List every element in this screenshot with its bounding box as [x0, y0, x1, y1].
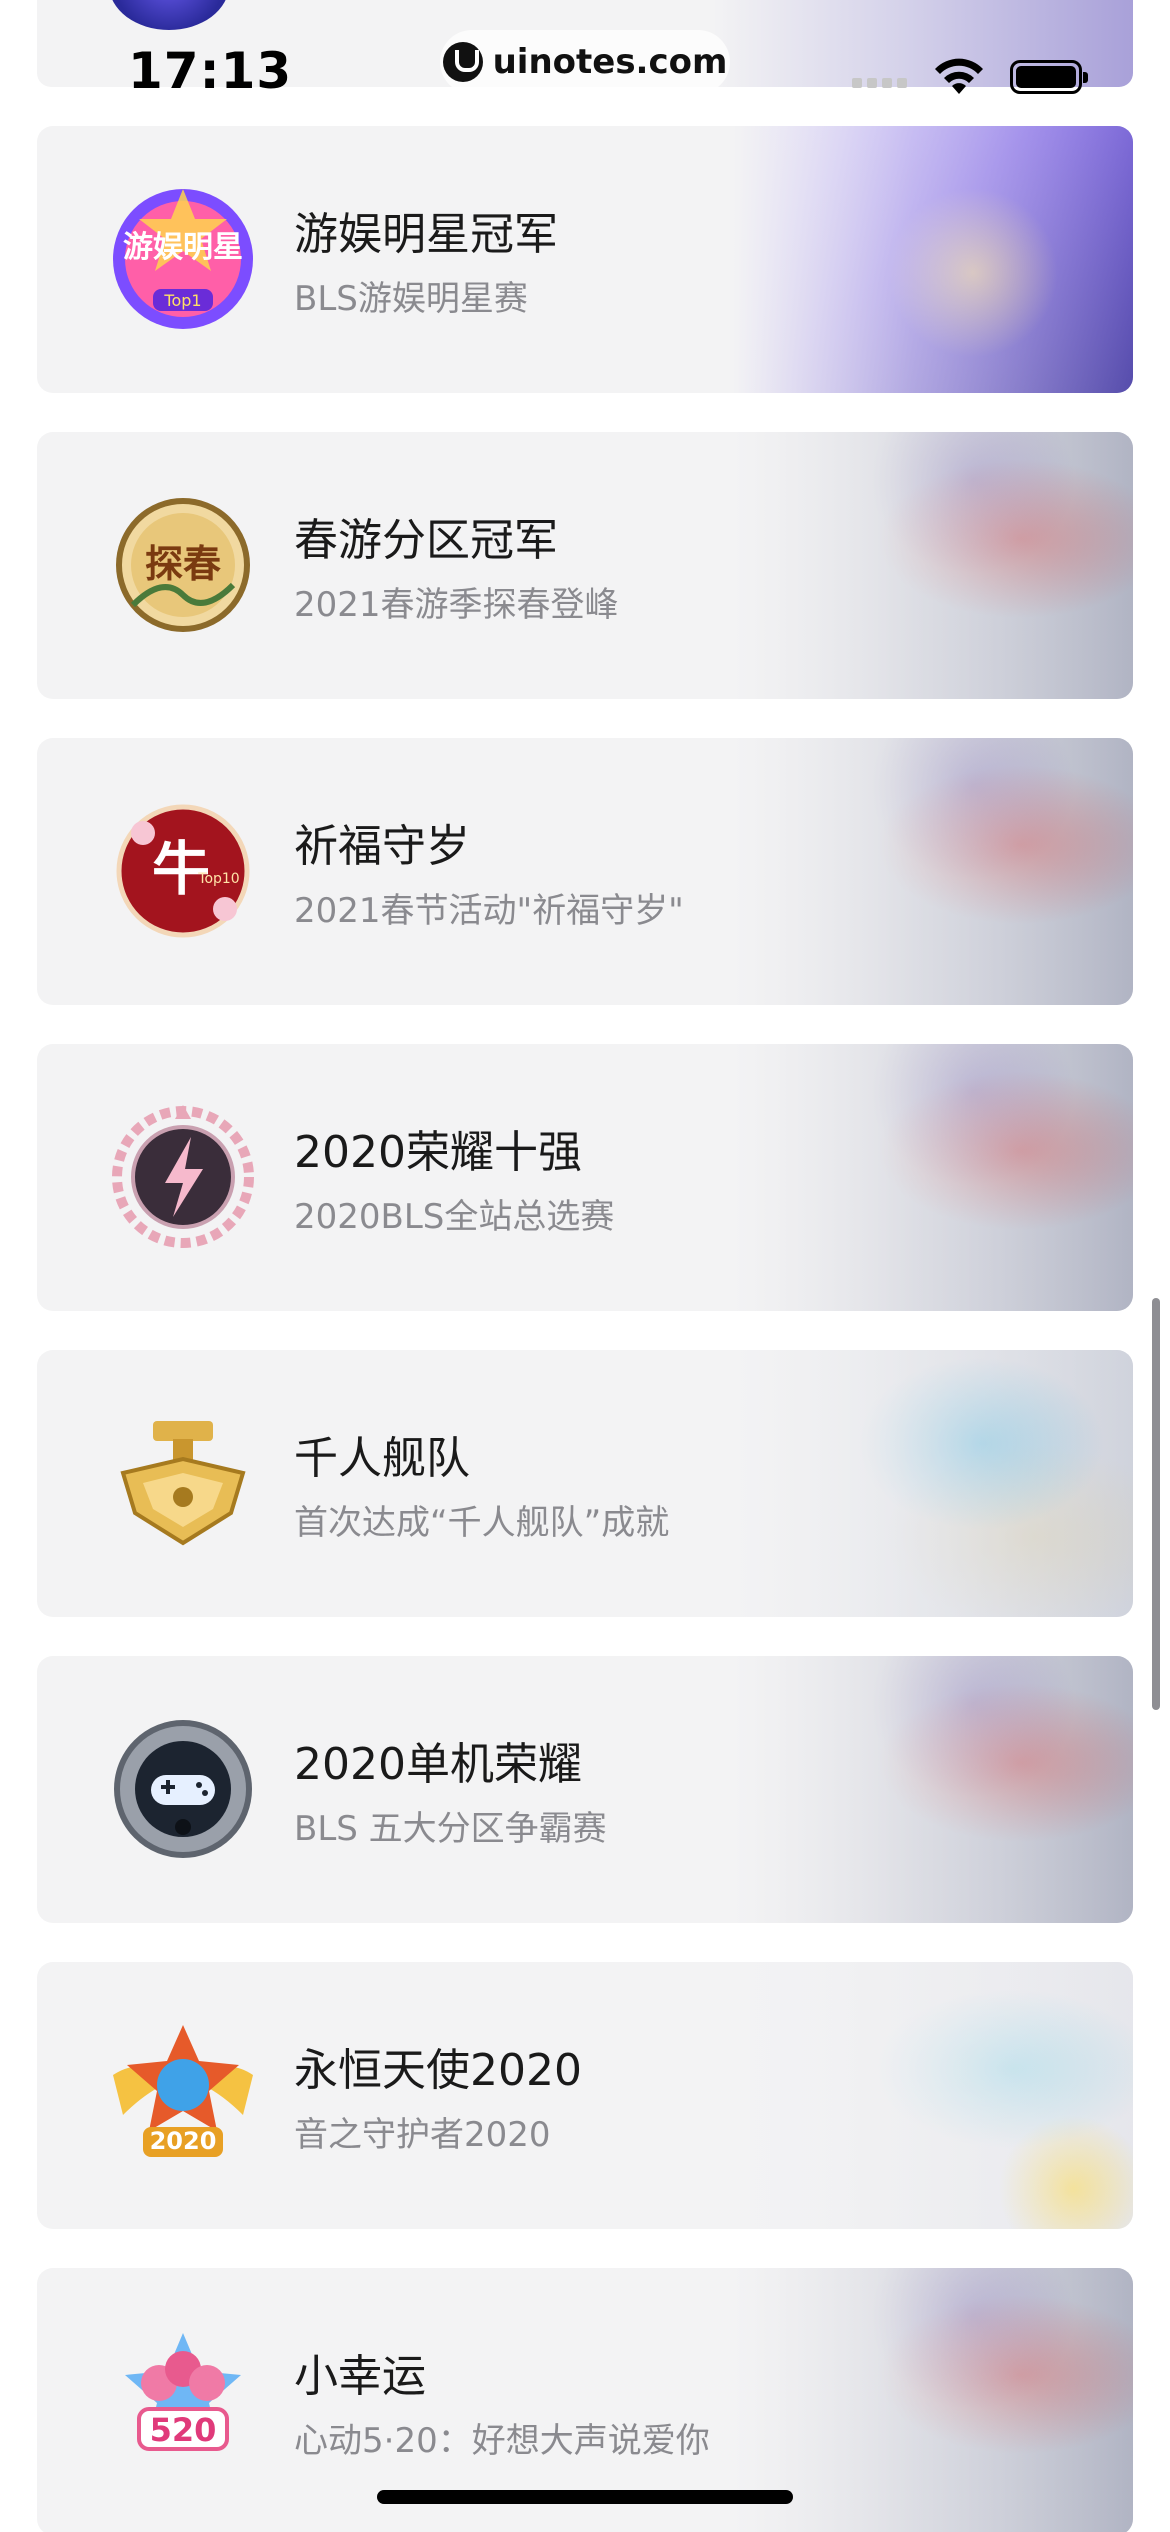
card-background-art [733, 738, 1133, 1005]
medal-title: 小幸运 [294, 2351, 426, 2402]
medal-title: 2020荣耀十强 [294, 1127, 582, 1178]
medal-title: 祈福守岁 [294, 821, 470, 872]
medal-badge-text: 探春 [145, 542, 221, 586]
roses-520-medal-icon: 520 [103, 2321, 263, 2481]
card-background-art [733, 1656, 1133, 1923]
medal-subtitle: 2021春游季探春登峰 [294, 585, 619, 625]
svg-text:Top10: Top10 [197, 871, 239, 887]
medal-title: 春游分区冠军 [294, 515, 558, 566]
medal-badge-text: 520 [150, 2411, 217, 2449]
url-pill[interactable]: uinotes.com [440, 30, 730, 94]
medal-subtitle: 音之守护者2020 [294, 2115, 551, 2155]
medal-icon-partial [109, 0, 229, 30]
medal-subtitle: 2021春节活动"祈福守岁" [294, 891, 684, 931]
medal-subtitle: BLS 五大分区争霸赛 [294, 1809, 607, 1849]
medal-card[interactable]: 2020单机荣耀 BLS 五大分区争霸赛 [37, 1656, 1133, 1923]
medal-title: 2020单机荣耀 [294, 1739, 582, 1790]
svg-text:Top1: Top1 [163, 291, 201, 310]
uinotes-logo-icon [442, 42, 483, 82]
medal-card[interactable]: 2020荣耀十强 2020BLS全站总选赛 [37, 1044, 1133, 1311]
medal-wall-page: 17:13 uinotes.com 游娱明星 Top1 游娱明星冠军 BLS游娱… [0, 0, 1170, 2532]
medal-card[interactable]: 牛 Top10 祈福守岁 2021春节活动"祈福守岁" [37, 738, 1133, 1005]
medal-list: 游娱明星 Top1 游娱明星冠军 BLS游娱明星赛 探春 春游分区冠军 2021… [37, 126, 1133, 2532]
card-background-art [733, 2268, 1133, 2532]
medal-badge-text: 牛 [152, 835, 210, 903]
medal-card[interactable]: 探春 春游分区冠军 2021春游季探春登峰 [37, 432, 1133, 699]
card-background-art [733, 126, 1133, 393]
medal-subtitle: BLS游娱明星赛 [294, 279, 528, 319]
lightning-wreath-medal-icon [103, 1097, 263, 1257]
card-background-art [733, 432, 1133, 699]
fleet-anchor-medal-icon [103, 1403, 263, 1563]
medal-title: 千人舰队 [294, 1433, 470, 1484]
angel-wings-medal-icon: 2020 [103, 2015, 263, 2175]
medal-title: 游娱明星冠军 [294, 209, 558, 260]
card-background-art [733, 1350, 1133, 1617]
medal-title: 永恒天使2020 [294, 2045, 582, 2096]
spring-champion-medal-icon: 探春 [103, 485, 263, 645]
medal-badge-text: 游娱明星 [123, 230, 243, 265]
star-champion-medal-icon: 游娱明星 Top1 [103, 179, 263, 339]
medal-badge-text: 2020 [150, 2127, 217, 2155]
card-background-art [713, 0, 1133, 87]
url-text: uinotes.com [492, 42, 728, 82]
medal-card[interactable]: 2020 永恒天使2020 音之守护者2020 [37, 1962, 1133, 2229]
medal-subtitle: 心动5·20：好想大声说爱你 [294, 2421, 710, 2461]
new-year-ox-medal-icon: 牛 Top10 [103, 791, 263, 951]
gamepad-wreath-medal-icon [103, 1709, 263, 1869]
medal-subtitle: 首次达成“千人舰队”成就 [294, 1503, 670, 1543]
card-background-art [733, 1044, 1133, 1311]
medal-subtitle: 2020BLS全站总选赛 [294, 1197, 615, 1237]
scrollbar[interactable] [1152, 1298, 1160, 1710]
home-indicator[interactable] [377, 2490, 793, 2504]
medal-card[interactable]: 游娱明星 Top1 游娱明星冠军 BLS游娱明星赛 [37, 126, 1133, 393]
card-background-art [733, 1962, 1133, 2229]
medal-card[interactable]: 千人舰队 首次达成“千人舰队”成就 [37, 1350, 1133, 1617]
